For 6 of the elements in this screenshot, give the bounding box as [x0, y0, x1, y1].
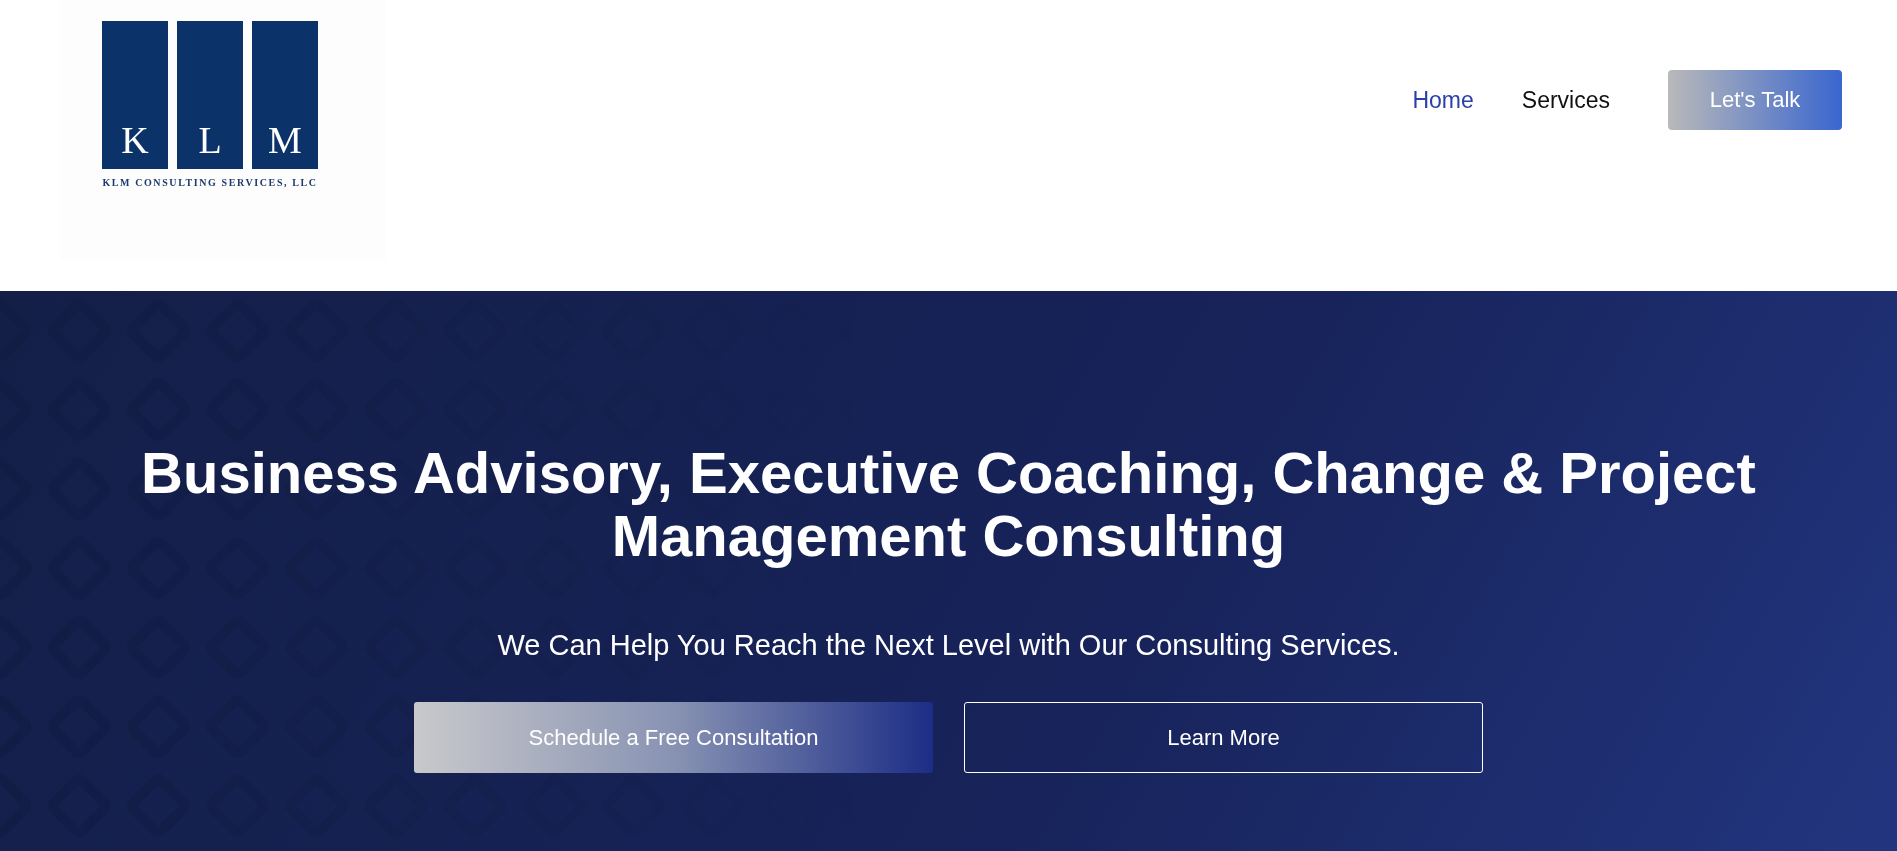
- nav-link[interactable]: Home: [1412, 86, 1474, 114]
- lets-talk-button[interactable]: Let's Talk: [1668, 70, 1842, 130]
- hero-subheading: We Can Help You Reach the Next Level with Our Consulting Services.: [497, 629, 1400, 662]
- learn-more-button[interactable]: Learn More: [964, 702, 1483, 773]
- hero-heading: Business Advisory, Executive Coaching, Change & Project Management Consulting: [140, 441, 1757, 567]
- nav-link[interactable]: Services: [1521, 86, 1610, 114]
